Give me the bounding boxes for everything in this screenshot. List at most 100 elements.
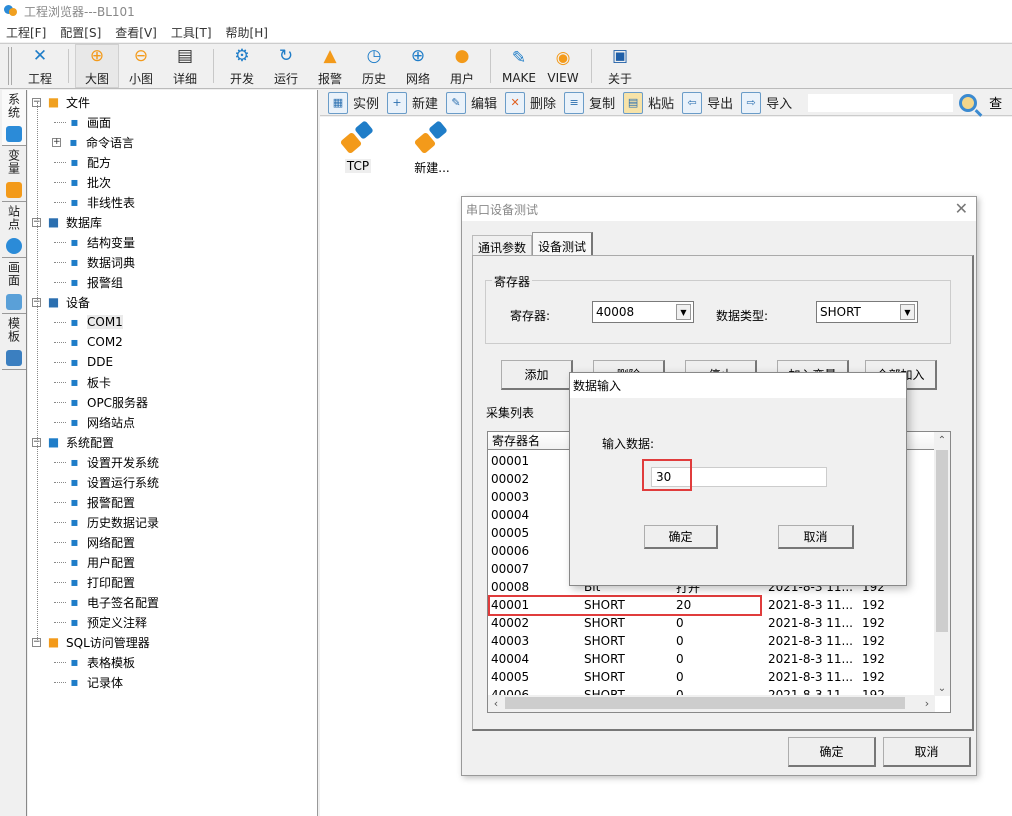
tree-item[interactable]: ▪ 板卡 — [54, 372, 111, 392]
toolbar-large-icons-button[interactable]: ⊕ 大图 — [75, 44, 119, 88]
scroll-right-icon[interactable]: › — [919, 695, 935, 712]
predefined-note-icon: ▪ — [70, 615, 79, 629]
tree-item[interactable]: − ■ 系统配置 — [32, 432, 114, 452]
toolbar-network-button[interactable]: ⊕ 网络 — [396, 44, 440, 88]
export-button[interactable]: ⇦ 导出 — [682, 91, 733, 114]
search-input[interactable] — [808, 93, 954, 112]
device-new[interactable]: 新建... — [402, 120, 462, 176]
collection-list-title: 采集列表 — [486, 406, 535, 420]
scroll-down-icon[interactable]: ⌄ — [934, 680, 950, 696]
copy-button[interactable]: ≡ 复制 — [564, 91, 615, 114]
edit-button[interactable]: ✎ 编辑 — [446, 91, 497, 114]
vtab-templates[interactable]: 模板 — [2, 314, 26, 370]
menu-view[interactable]: 查看[V] — [115, 24, 157, 41]
scroll-left-icon[interactable]: ‹ — [488, 695, 504, 712]
tree-item[interactable]: ▪ 非线性表 — [54, 192, 135, 212]
toolbar-develop-button[interactable]: ⚙ 开发 — [220, 44, 264, 88]
expand-icon[interactable]: + — [52, 137, 61, 147]
tree-item[interactable]: ▪ COM2 — [54, 332, 123, 352]
chevron-down-icon[interactable]: ▼ — [676, 304, 691, 320]
station-icon — [6, 238, 22, 254]
tree-item[interactable]: ▪ 结构变量 — [54, 232, 135, 252]
import-button[interactable]: ⇨ 导入 — [741, 91, 792, 114]
vtab-system[interactable]: 系统 — [2, 90, 26, 146]
list-row[interactable]: 40003 SHORT 0 2021-8-3 11... 192 — [488, 632, 920, 650]
toolbar-view-button[interactable]: ◉ VIEW — [541, 44, 585, 88]
tree-item[interactable]: ▪ 电子签名配置 — [54, 592, 159, 612]
tree-item[interactable]: − ■ SQL访问管理器 — [32, 632, 150, 652]
tree-item[interactable]: ▪ 预定义注释 — [54, 612, 147, 632]
modal-ok-button[interactable]: 确定 — [644, 525, 718, 549]
toolbar-project-button[interactable]: ✕ 工程 — [18, 44, 62, 88]
tree-item[interactable]: ▪ 用户配置 — [54, 552, 135, 572]
toolbar-details-button[interactable]: ▤ 详细 — [163, 44, 207, 88]
tree-item[interactable]: ▪ DDE — [54, 352, 113, 372]
instance-button[interactable]: ▦ 实例 — [328, 91, 379, 114]
toolbar-about-button[interactable]: ▣ 关于 — [598, 44, 642, 88]
tree-item[interactable]: ▪ 网络站点 — [54, 412, 135, 432]
toolbar-make-button[interactable]: ✎ MAKE — [497, 44, 541, 88]
tree-item[interactable]: ▪ 打印配置 — [54, 572, 135, 592]
menu-project[interactable]: 工程[F] — [6, 24, 46, 41]
scroll-thumb[interactable] — [505, 697, 905, 709]
tree-item[interactable]: ▪ OPC服务器 — [54, 392, 148, 412]
tree-item[interactable]: ▪ 批次 — [54, 172, 111, 192]
new-button[interactable]: + 新建 — [387, 91, 438, 114]
toolbar-grip[interactable] — [8, 47, 12, 85]
column-header-register[interactable]: 寄存器名 — [488, 432, 582, 449]
vtab-stations[interactable]: 站点 — [2, 202, 26, 258]
tree-item[interactable]: ▪ 数据词典 — [54, 252, 135, 272]
list-row[interactable]: 40002 SHORT 0 2021-8-3 11... 192 — [488, 614, 920, 632]
tree-item[interactable]: ▪ 配方 — [54, 152, 111, 172]
list-horizontal-scrollbar[interactable]: ‹ › — [488, 695, 935, 712]
toolbar-run-button[interactable]: ↻ 运行 — [264, 44, 308, 88]
scroll-thumb[interactable] — [936, 450, 948, 632]
tree-connector — [54, 342, 66, 343]
add-button[interactable]: 添加 — [501, 360, 573, 390]
tree-item[interactable]: − ■ 数据库 — [32, 212, 102, 232]
tree-item[interactable]: − ■ 设备 — [32, 292, 90, 312]
vtab-variables[interactable]: 变量 — [2, 146, 26, 202]
tree-item[interactable]: ▪ 设置开发系统 — [54, 452, 159, 472]
menu-tools[interactable]: 工具[T] — [171, 24, 212, 41]
tree-item[interactable]: − ■ 文件 — [32, 92, 90, 112]
tree-item[interactable]: + ▪ 命令语言 — [52, 132, 134, 152]
register-select[interactable]: 40008 ▼ — [592, 301, 694, 323]
tree-item[interactable]: ▪ 设置运行系统 — [54, 472, 159, 492]
tree-item[interactable]: ▪ 记录体 — [54, 672, 123, 692]
list-row[interactable]: 40005 SHORT 0 2021-8-3 11... 192 — [488, 668, 920, 686]
delete-button[interactable]: ✕ 删除 — [505, 91, 556, 114]
toolbar-user-button[interactable]: ● 用户 — [440, 44, 484, 88]
tree-item[interactable]: ▪ COM1 — [54, 312, 123, 332]
list-row[interactable]: 40004 SHORT 0 2021-8-3 11... 192 — [488, 650, 920, 668]
device-tcp[interactable]: TCP — [328, 120, 388, 173]
datatype-select[interactable]: SHORT ▼ — [816, 301, 918, 323]
tree-item[interactable]: ▪ 报警组 — [54, 272, 123, 292]
list-cell: 40003 — [491, 634, 530, 648]
chevron-down-icon[interactable]: ▼ — [900, 304, 915, 320]
close-icon[interactable]: ✕ — [955, 199, 968, 218]
list-vertical-scrollbar[interactable]: ⌃ ⌄ — [934, 432, 950, 696]
tree-item-label: 数据库 — [66, 215, 103, 230]
menu-config[interactable]: 配置[S] — [60, 24, 101, 41]
paste-button[interactable]: ▤ 粘贴 — [623, 91, 674, 114]
search-icon[interactable] — [959, 93, 978, 112]
tree-item[interactable]: ▪ 历史数据记录 — [54, 512, 159, 532]
modal-cancel-button[interactable]: 取消 — [778, 525, 854, 549]
toolbar-history-button[interactable]: ◷ 历史 — [352, 44, 396, 88]
vtab-screens[interactable]: 画面 — [2, 258, 26, 314]
data-dictionary-icon: ▪ — [70, 255, 79, 269]
tree-item[interactable]: ▪ 网络配置 — [54, 532, 135, 552]
tree-item[interactable]: ▪ 表格模板 — [54, 652, 135, 672]
toolbar-small-icons-button[interactable]: ⊖ 小图 — [119, 44, 163, 88]
tree-item[interactable]: ▪ 画面 — [54, 112, 111, 132]
alarm-bell-icon: ▪ — [70, 495, 79, 509]
tree-connector — [54, 522, 66, 523]
toolbar-alarm-button[interactable]: ▲ 报警 — [308, 44, 352, 88]
menu-help[interactable]: 帮助[H] — [226, 24, 268, 41]
scroll-up-icon[interactable]: ⌃ — [934, 432, 950, 448]
tree-item[interactable]: ▪ 报警配置 — [54, 492, 135, 512]
dialog-cancel-button[interactable]: 取消 — [883, 737, 971, 767]
dialog-ok-button[interactable]: 确定 — [788, 737, 876, 767]
search-button-label[interactable]: 查 — [989, 93, 1002, 112]
